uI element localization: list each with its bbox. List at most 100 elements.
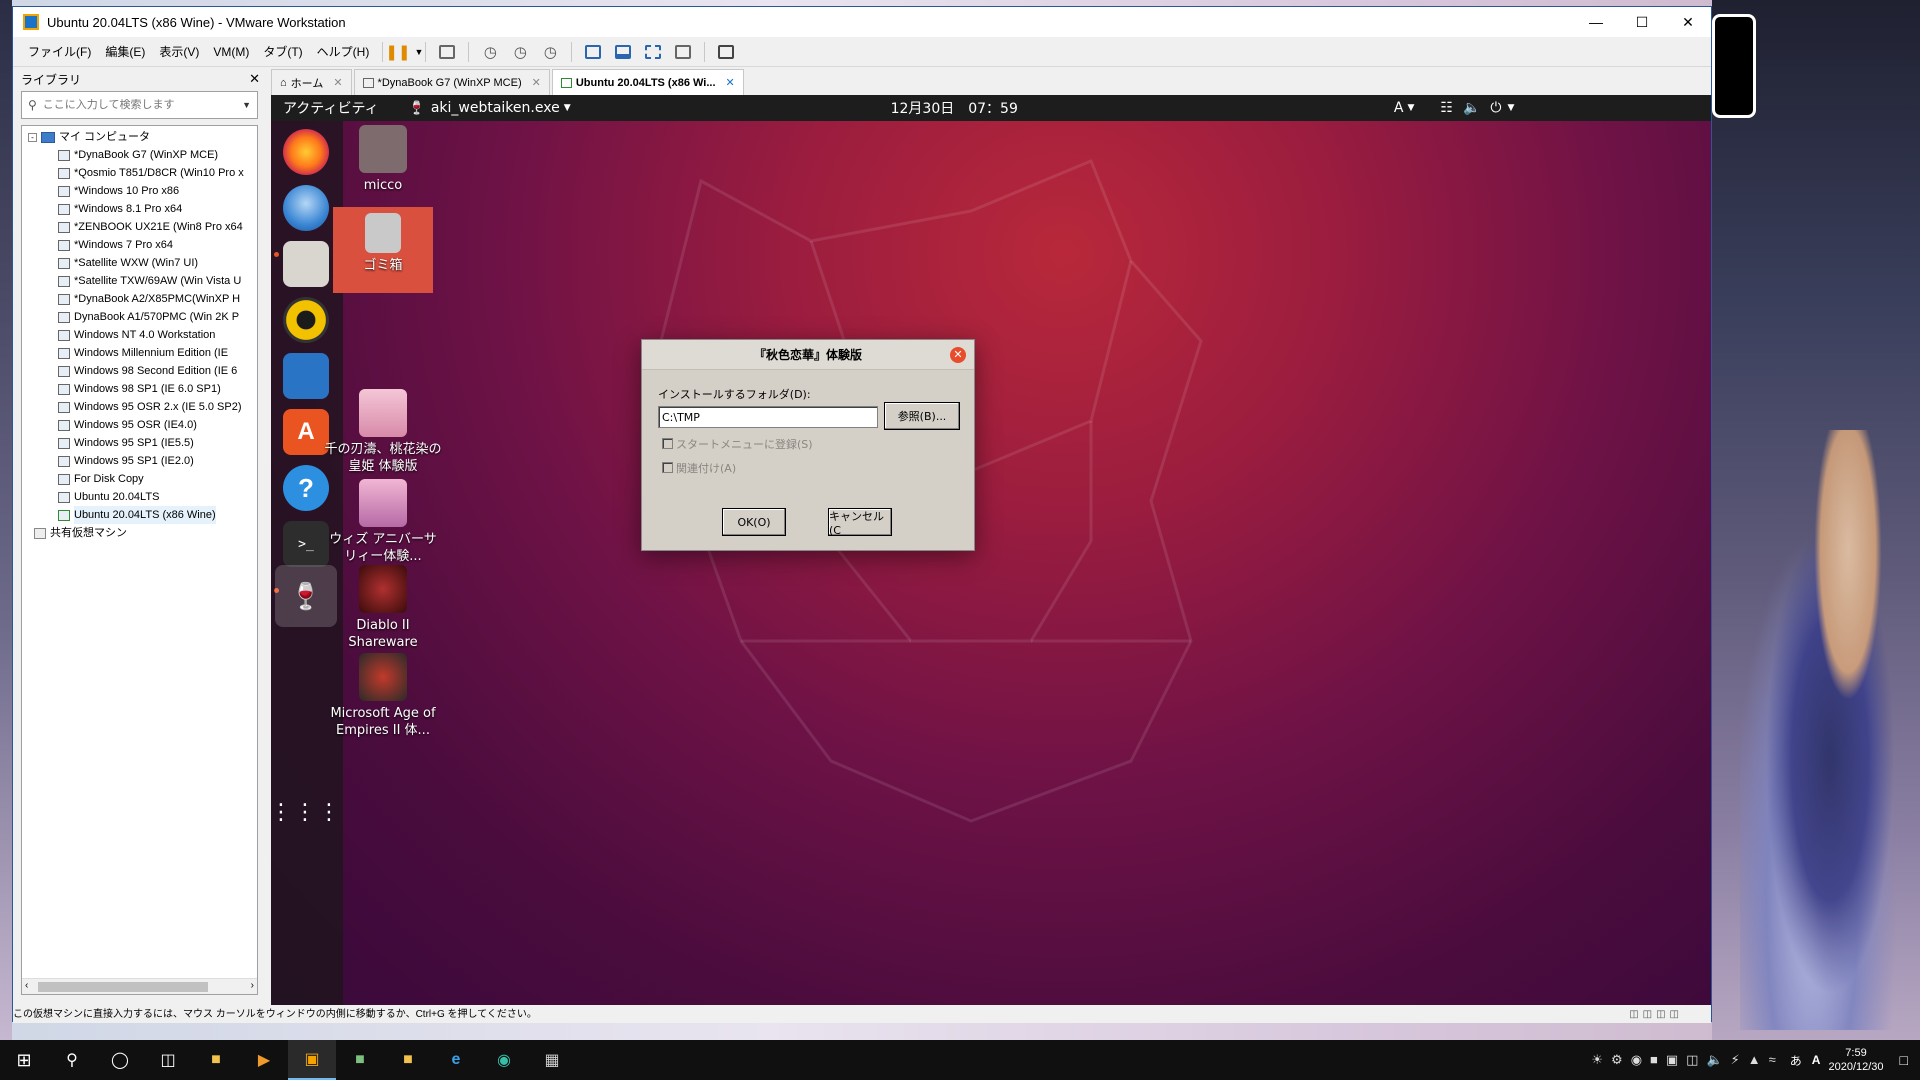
desktop-icon-game-shortcut[interactable]: 千の刃濤、桃花染の皇姫 体験版 [323,389,443,475]
revert-snapshot-icon[interactable]: ◷ [507,40,533,64]
ime-indicator[interactable]: あ [1790,1052,1802,1069]
scroll-right-icon[interactable]: › [251,980,254,991]
tree-vm-item[interactable]: Windows 95 SP1 (IE2.0) [58,452,257,470]
tab-dynabook[interactable]: *DynaBook G7 (WinXP MCE) ✕ [353,69,550,95]
tree-vm-item[interactable]: *ZENBOOK UX21E (Win8 Pro x64 [58,218,257,236]
tree-vm-item[interactable]: *Qosmio T851/D8CR (Win10 Pro x [58,164,257,182]
tree-vm-item[interactable]: Windows 98 SP1 (IE 6.0 SP1) [58,380,257,398]
tree-vm-item-selected[interactable]: Ubuntu 20.04LTS (x86 Wine) [58,506,257,524]
input-method-indicator[interactable]: A [1394,100,1404,116]
close-icon[interactable]: ✕ [333,76,342,89]
volume-icon[interactable]: 🔈 [1463,100,1480,116]
tab-home[interactable]: ⌂ ホーム ✕ [271,69,352,95]
cortana-icon[interactable]: ◯ [96,1040,144,1080]
tree-vm-item[interactable]: Windows Millennium Edition (IE [58,344,257,362]
tree-vm-item[interactable]: Windows 98 Second Edition (IE 6 [58,362,257,380]
menu-edit[interactable]: 編集(E) [98,37,152,67]
minimize-button[interactable]: — [1573,7,1619,37]
tree-vm-item[interactable]: *Windows 10 Pro x86 [58,182,257,200]
device-icons[interactable]: ◫◫◫◫ [1629,1007,1683,1023]
edge-icon[interactable]: ◉ [480,1040,528,1080]
chevron-down-icon[interactable]: ▼ [242,100,251,110]
taskbar-clock[interactable]: 7:59 2020/12/30 [1820,1046,1891,1074]
close-icon[interactable]: ✕ [950,347,966,363]
tree-vm-item[interactable]: For Disk Copy [58,470,257,488]
maximize-button[interactable]: ☐ [1619,7,1665,37]
explorer-folder-icon[interactable]: ■ [384,1040,432,1080]
clock[interactable]: 12月30日 07：59 [891,98,1018,118]
menu-tab[interactable]: タブ(T) [256,37,309,67]
tree-vm-item[interactable]: *DynaBook G7 (WinXP MCE) [58,146,257,164]
close-icon[interactable]: ✕ [726,76,735,89]
file-explorer-icon[interactable]: ■ [192,1040,240,1080]
thumbnail-bar-icon[interactable] [610,40,636,64]
pause-icon[interactable]: ❚❚ ▼ [385,40,423,64]
tree-vm-item[interactable]: Windows 95 SP1 (IE5.5) [58,434,257,452]
menu-vm[interactable]: VM(M) [206,37,256,67]
tree-vm-item[interactable]: *DynaBook A2/X85PMC(WinXP H [58,290,257,308]
task-view-icon[interactable]: ◫ [144,1040,192,1080]
unity-icon[interactable] [670,40,696,64]
folder-app-icon[interactable]: ■ [336,1040,384,1080]
menu-view[interactable]: 表示(V) [152,37,206,67]
scrollbar-thumb[interactable] [38,982,208,992]
desktop-icon-game-shortcut[interactable]: Microsoft Age of Empires II 体... [323,653,443,739]
rhythmbox-icon[interactable] [283,297,329,343]
folder-input[interactable] [658,406,878,428]
tree-vm-item[interactable]: DynaBook A1/570PMC (Win 2K P [58,308,257,326]
close-icon[interactable]: ✕ [532,76,541,89]
guest-screen[interactable]: アクティビティ 🍷 aki_webtaiken.exe ▼ 12月30日 07：… [271,95,1711,1005]
network-icon[interactable]: ☷ [1440,100,1453,116]
library-search-input[interactable] [42,99,243,111]
vmware-taskbar-icon[interactable]: ▣ [288,1040,336,1080]
tree-shared-vms[interactable]: 共有仮想マシン [28,524,257,542]
show-library-icon[interactable] [580,40,606,64]
power-icon[interactable]: ⏻ [1490,100,1501,116]
close-button[interactable]: ✕ [1665,7,1711,37]
horizontal-scrollbar[interactable]: ‹ › [22,978,257,994]
tray-icons[interactable]: ☀⚙◉■▣◫🔈⚡▲≈ [1591,1052,1783,1068]
show-applications-icon[interactable]: ⋮⋮⋮ [271,789,340,835]
desktop-icon-game-shortcut[interactable]: Diablo II Shareware [323,565,443,651]
ok-button[interactable]: OK(O) [722,508,786,536]
tree-vm-item[interactable]: Windows 95 OSR 2.x (IE 5.0 SP2) [58,398,257,416]
collapse-icon[interactable]: - [28,132,37,142]
notification-icon[interactable]: □ [1900,1052,1908,1068]
tree-vm-item[interactable]: *Windows 8.1 Pro x64 [58,200,257,218]
associate-checkbox[interactable] [662,462,673,473]
cancel-button[interactable]: キャンセル(C [828,508,892,537]
desktop-icon-game-shortcut[interactable]: ウィズ アニバーサリィー体験... [323,479,443,565]
menu-help[interactable]: ヘルプ(H) [310,37,377,67]
tree-root-my-computer[interactable]: - マイ コンピュータ [28,128,257,146]
menu-file[interactable]: ファイル(F) [21,37,98,67]
tree-vm-item[interactable]: Windows 95 OSR (IE4.0) [58,416,257,434]
fullscreen-icon[interactable] [640,40,666,64]
desktop-icon-trash[interactable]: ゴミ箱 [333,207,433,293]
startmenu-checkbox[interactable] [662,438,673,449]
tree-vm-item[interactable]: *Satellite WXW (Win7 UI) [58,254,257,272]
send-ctrl-alt-del-icon[interactable] [434,40,460,64]
files-icon[interactable] [283,241,329,287]
snapshot-manager-icon[interactable]: ◷ [537,40,563,64]
internet-explorer-icon[interactable]: e [432,1040,480,1080]
search-icon[interactable]: ⚲ [48,1040,96,1080]
ime-mode-indicator[interactable]: A [1812,1053,1821,1067]
tree-vm-item[interactable]: Windows NT 4.0 Workstation [58,326,257,344]
app-menu[interactable]: aki_webtaiken.exe [431,100,560,116]
tab-ubuntu-wine[interactable]: Ubuntu 20.04LTS (x86 Wi... ✕ [551,69,744,95]
browse-button[interactable]: 参照(B)... [884,402,960,430]
tree-vm-item[interactable]: *Windows 7 Pro x64 [58,236,257,254]
close-icon[interactable]: ✕ [249,71,260,87]
chevron-down-icon[interactable]: ▼ [564,103,571,113]
terminal-app-icon[interactable]: ▦ [528,1040,576,1080]
chevron-down-icon[interactable]: ▼ [1407,103,1414,113]
start-icon[interactable]: ⊞ [0,1040,48,1080]
snapshot-icon[interactable]: ◷ [477,40,503,64]
chevron-down-icon[interactable]: ▼ [1507,103,1514,113]
tree-vm-item[interactable]: *Satellite TXW/69AW (Win Vista U [58,272,257,290]
scroll-left-icon[interactable]: ‹ [25,980,28,991]
media-app-icon[interactable]: ▶ [240,1040,288,1080]
tree-vm-item[interactable]: Ubuntu 20.04LTS [58,488,257,506]
activities-button[interactable]: アクティビティ [283,98,379,118]
console-view-icon[interactable] [713,40,739,64]
